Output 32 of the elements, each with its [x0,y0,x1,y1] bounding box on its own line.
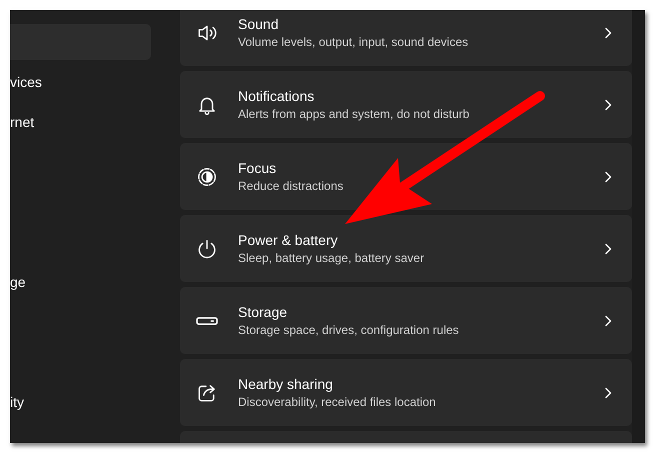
setting-description: Sleep, battery usage, battery saver [238,251,424,266]
setting-title: Focus [238,159,276,177]
setting-title: Notifications [238,87,314,105]
setting-description: Reduce distractions [238,179,344,194]
setting-description: Discoverability, received files location [238,395,436,410]
focus-icon [196,166,218,188]
settings-card[interactable]: Focus Reduce distractions [180,143,632,210]
chevron-right-icon [604,98,612,110]
sidebar-item[interactable]: ge [10,272,26,292]
settings-card[interactable]: Power & battery Sleep, battery usage, battery saver [180,215,632,282]
setting-description: Alerts from apps and system, do not disturb [238,107,470,122]
setting-title: Storage [238,303,288,321]
settings-card[interactable]: Sound Volume levels, output, input, sound devices [180,10,632,66]
chevron-right-icon [604,242,612,254]
storage-drive-icon [196,316,218,324]
sidebar-item[interactable]: vices [10,72,42,92]
setting-description: Storage space, drives, configuration rules [238,323,459,338]
settings-card[interactable]: Notifications Alerts from apps and system, do not disturb [180,71,632,138]
settings-card[interactable]: Nearby sharing Discoverability, received files location [180,359,632,426]
setting-title: Sound [238,15,278,33]
chevron-right-icon [604,314,612,326]
chevron-right-icon [604,386,612,398]
setting-title: Nearby sharing [238,375,333,393]
setting-title: Power & battery [238,231,338,249]
settings-card[interactable]: Storage Storage space, drives, configuration rules [180,287,632,354]
sidebar-item[interactable]: ity [10,392,24,412]
sidebar-item[interactable]: rnet [10,112,34,132]
power-icon [196,238,218,260]
chevron-right-icon [604,170,612,182]
chevron-right-icon [604,26,612,38]
sidebar-item[interactable] [10,24,151,60]
setting-description: Volume levels, output, input, sound devices [238,35,468,50]
